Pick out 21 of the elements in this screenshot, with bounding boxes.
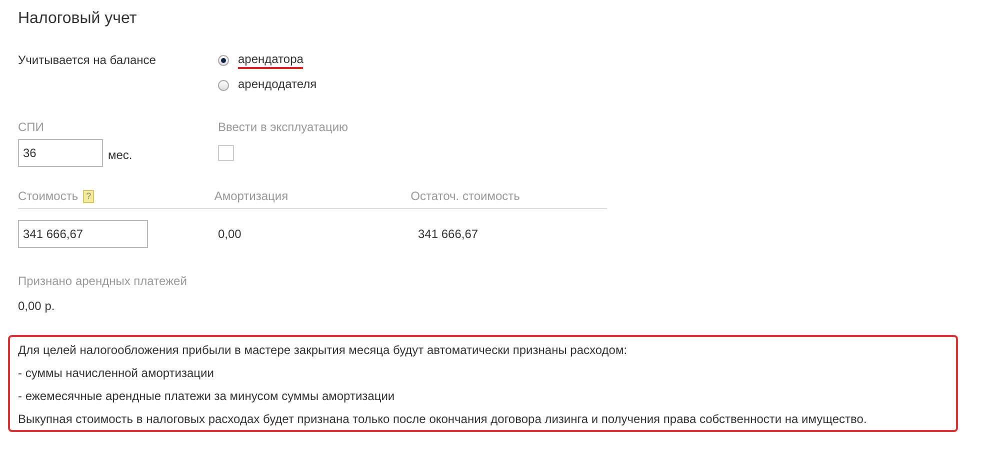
unit-label: мес. bbox=[108, 147, 132, 162]
input-field[interactable]: 36 bbox=[18, 139, 103, 167]
field-label: Ввести в эксплуатацию bbox=[218, 120, 350, 134]
field-label: Учитывается на балансе bbox=[18, 52, 157, 69]
column-header: Амортизация bbox=[214, 189, 288, 203]
radio-option[interactable]: арендодателя bbox=[218, 77, 317, 94]
note-text: - суммы начисленной амортизации bbox=[18, 366, 215, 380]
field-label: СПИ bbox=[18, 120, 45, 134]
column-header: Остаточ. стоимость bbox=[410, 189, 520, 203]
radio-option[interactable]: арендатора bbox=[218, 52, 317, 69]
value-text: 0,00 bbox=[218, 227, 242, 241]
section-title: Налоговый учет bbox=[18, 10, 138, 28]
value-text: 0,00 р. bbox=[18, 299, 56, 313]
field-label: Признано арендных платежей bbox=[18, 274, 188, 288]
note-text: Для целей налогообложения прибыли в мастере закрытия месяца будут автоматически признаны расходом: bbox=[18, 343, 628, 357]
note-text: - ежемесячные арендные платежи за минусом суммы амортизации bbox=[18, 389, 396, 403]
note-text: Выкупная стоимость в налоговых расходах будет признана только после окончания договора лизинга и получения права собственности на имущество. bbox=[18, 412, 868, 426]
input-field[interactable]: 341 666,67 bbox=[18, 220, 148, 248]
value-text: 341 666,67 bbox=[418, 227, 478, 241]
column-header: Стоимость bbox=[18, 189, 78, 203]
checkbox[interactable] bbox=[218, 145, 234, 161]
